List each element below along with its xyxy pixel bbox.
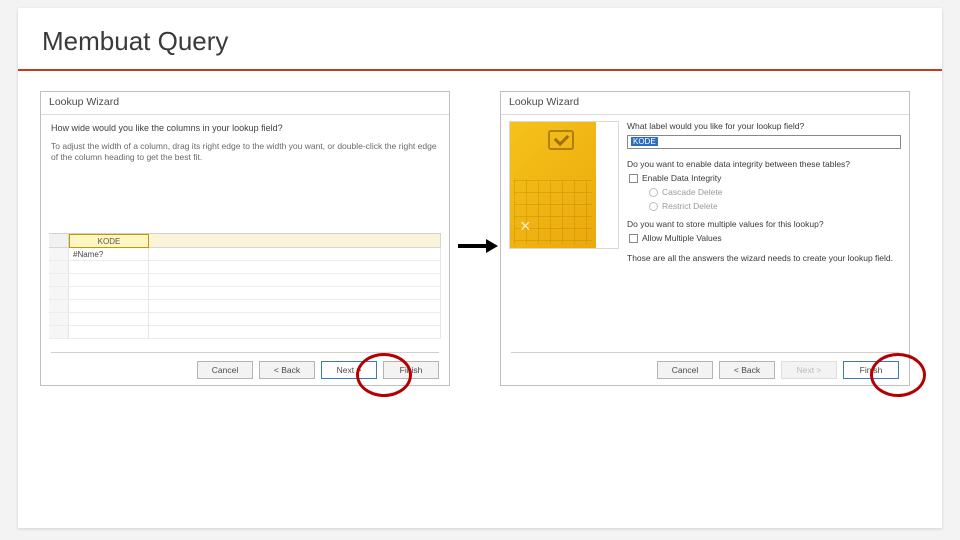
integrity-question: Do you want to enable data integrity bet…	[627, 159, 901, 169]
lookup-wizard-columns-dialog: Lookup Wizard How wide would you like th…	[40, 91, 450, 386]
dialog-title: Lookup Wizard	[501, 92, 909, 115]
row-selector	[49, 248, 69, 261]
final-message: Those are all the answers the wizard nee…	[627, 253, 901, 263]
column-width-hint: To adjust the width of a column, drag it…	[51, 141, 439, 164]
label-input[interactable]: KODE	[627, 135, 901, 149]
page-title: Membuat Query	[18, 8, 942, 63]
row-selector-header	[49, 234, 69, 248]
column-width-question: How wide would you like the columns in y…	[51, 123, 439, 133]
arrow-icon	[458, 239, 500, 253]
radio-icon	[649, 202, 658, 211]
close-icon: ×	[520, 216, 531, 237]
slide: Membuat Query Lookup Wizard How wide wou…	[18, 8, 942, 528]
title-divider	[18, 69, 942, 71]
dialog-footer: Cancel < Back Next > Finish	[511, 352, 899, 379]
cancel-button[interactable]: Cancel	[197, 361, 253, 379]
finish-button[interactable]: Finish	[843, 361, 899, 379]
checkbox-icon	[629, 174, 638, 183]
panels: Lookup Wizard How wide would you like th…	[18, 91, 942, 421]
column-header-kode[interactable]: KODE	[69, 234, 149, 248]
lookup-wizard-label-dialog: Lookup Wizard × What label would you lik…	[500, 91, 910, 386]
checkbox-icon	[629, 234, 638, 243]
radio-icon	[649, 188, 658, 197]
back-button[interactable]: < Back	[259, 361, 315, 379]
checkmark-icon	[548, 130, 574, 150]
grid-cell[interactable]: #Name?	[69, 248, 149, 261]
restrict-delete-radio[interactable]: Restrict Delete	[649, 201, 901, 211]
cascade-delete-radio[interactable]: Cascade Delete	[649, 187, 901, 197]
allow-multi-checkbox[interactable]: Allow Multiple Values	[629, 233, 901, 243]
header-filler	[149, 234, 441, 248]
dialog-footer: Cancel < Back Next > Finish	[51, 352, 439, 379]
wizard-illustration: ×	[509, 121, 619, 249]
column-preview-grid[interactable]: KODE #Name?	[49, 233, 441, 343]
back-button[interactable]: < Back	[719, 361, 775, 379]
dialog-body: × What label would you like for your loo…	[501, 115, 909, 347]
cancel-button[interactable]: Cancel	[657, 361, 713, 379]
next-button: Next >	[781, 361, 837, 379]
label-question: What label would you like for your looku…	[627, 121, 901, 131]
dialog-title: Lookup Wizard	[41, 92, 449, 115]
wizard-text: What label would you like for your looku…	[627, 121, 901, 341]
finish-button[interactable]: Finish	[383, 361, 439, 379]
multivalue-question: Do you want to store multiple values for…	[627, 219, 901, 229]
dialog-body: How wide would you like the columns in y…	[41, 115, 449, 345]
next-button[interactable]: Next >	[321, 361, 377, 379]
enable-integrity-checkbox[interactable]: Enable Data Integrity	[629, 173, 901, 183]
